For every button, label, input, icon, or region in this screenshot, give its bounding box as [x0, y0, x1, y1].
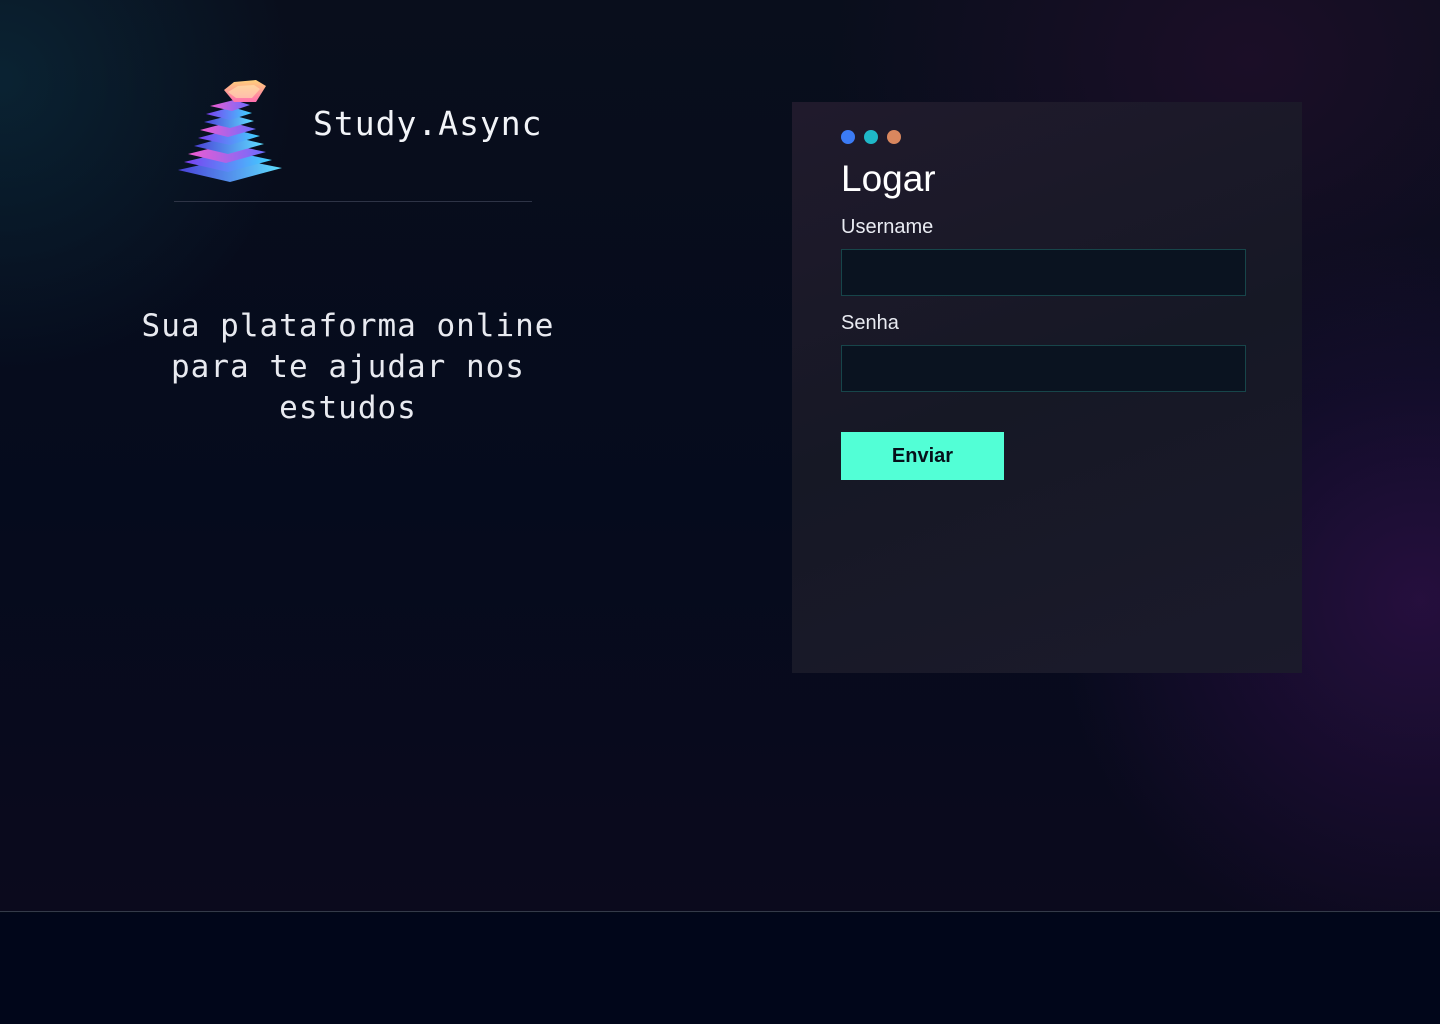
submit-button[interactable]: Enviar: [841, 432, 1004, 480]
password-label: Senha: [841, 312, 899, 334]
username-label: Username: [841, 216, 934, 238]
teal-dot-icon: [864, 130, 878, 144]
tagline-line-1: Sua plataforma online: [141, 308, 555, 344]
login-card: Logar Username Senha Enviar: [792, 102, 1302, 673]
login-title: Logar: [841, 158, 936, 199]
orange-dot-icon: [887, 130, 901, 144]
books-stack-icon: [176, 78, 284, 184]
window-dots: [841, 130, 901, 144]
tagline-line-2: para te ajudar nos estudos: [171, 349, 525, 426]
brand-header: Study.Async: [174, 74, 542, 202]
brand-name: Study.Async: [313, 104, 543, 143]
footer: [0, 913, 1440, 1024]
tagline: Sua plataforma online para te ajudar nos…: [100, 306, 596, 429]
blue-dot-icon: [841, 130, 855, 144]
username-field[interactable]: [841, 249, 1246, 296]
hero-section: Study.Async Sua plataforma online para t…: [0, 0, 1440, 912]
password-field[interactable]: [841, 345, 1246, 392]
